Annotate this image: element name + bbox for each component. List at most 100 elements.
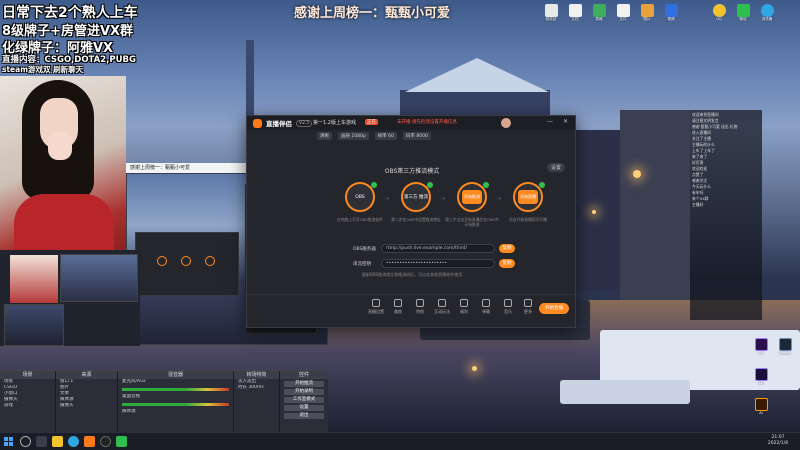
task-view-icon[interactable] (36, 436, 47, 447)
obs-mixer-dock: 混音器 麦克风/Aux 桌面音频 媒体源 (118, 371, 234, 434)
clock-date: 2022/1/8 (767, 441, 789, 446)
taskbar-clock[interactable]: 21:07 2022/1/8 (760, 435, 796, 447)
stream-setting-chip[interactable]: 画质 1080p (338, 132, 369, 140)
obs-controls-dock: 控件 开始推流 开始录制 工作室模式 设置 退出 (280, 371, 328, 434)
desktop-icon[interactable]: 微信 (732, 4, 754, 22)
room-warning: 未开播·请先检测设置开播信息 (397, 120, 457, 125)
chat-panel[interactable]: 欢迎来到直播间 请注意文明发言 感谢 甄甄小可爱 送出 礼物 进入直播间 关注了… (690, 110, 762, 320)
desktop-icon[interactable]: Steam (774, 338, 796, 355)
desktop-icon-label: Steam (779, 351, 791, 355)
room-title[interactable]: 第一1.2版上车游戏 (313, 119, 356, 126)
desktop-icon-label: 回收站 (545, 17, 557, 21)
tool-label: 互动玩法 (434, 309, 450, 314)
copy-server-button[interactable]: 复制 (499, 244, 515, 253)
tool-interactive[interactable]: 互动玩法 (431, 299, 453, 315)
obs-mini-previews (0, 250, 140, 346)
tool-welfare[interactable]: 福利 (453, 299, 475, 315)
stream-key-field[interactable]: ••••••••••••••••••••••• (381, 259, 495, 268)
gift-icon (460, 299, 468, 307)
after-effects-icon (754, 368, 768, 381)
close-icon[interactable]: ✕ (563, 118, 568, 125)
streaming-app-window[interactable]: 直播伴侣 V2.5 第一1.2版上车游戏 正在 未开播·请先检测设置开播信息 —… (246, 115, 577, 328)
music-icon (504, 299, 512, 307)
mode-title: OBS第三方推流模式 (384, 168, 440, 175)
audio-meter[interactable] (122, 388, 229, 391)
studio-mode-button[interactable]: 工作室模式 (284, 397, 324, 403)
wechat-icon[interactable] (116, 436, 127, 447)
dock-title: 转场特效 (234, 371, 279, 379)
taskbar: 21:07 2022/1/8 (0, 432, 800, 450)
tool-beauty[interactable]: 美颜 (387, 299, 409, 315)
game-icon (438, 299, 446, 307)
desktop-icon[interactable]: 图片 (636, 4, 658, 22)
dock-title: 场景 (0, 371, 55, 379)
desktop-icon-label: 视频 (667, 17, 675, 21)
scene-item[interactable]: 游戏 (0, 403, 55, 409)
stream-setting-chip[interactable]: 码率 8000 (402, 132, 431, 140)
obs-icon[interactable] (100, 436, 111, 447)
transition-duration[interactable]: 时长 300ms (234, 385, 279, 391)
video-icon (664, 4, 678, 17)
tool-label: 更多 (524, 309, 532, 314)
avatar[interactable] (501, 118, 511, 128)
tool-music[interactable]: 音乐 (497, 299, 519, 315)
tool-label: 音乐 (504, 309, 512, 314)
stream-settings-bar: 清晰 画质 1080p 帧率 60 码率 8000 (247, 130, 575, 142)
beauty-icon (394, 299, 402, 307)
desktop-icon[interactable]: 视频 (660, 4, 682, 22)
desktop-icon[interactable]: AI (750, 398, 772, 415)
copy-key-button[interactable]: 复制 (499, 259, 515, 268)
settings-button[interactable]: 设置 (284, 405, 324, 411)
chat-icon (482, 299, 490, 307)
stream-setting-chip[interactable]: 帧率 60 (374, 132, 397, 140)
audio-meter[interactable] (122, 403, 229, 406)
desktop-icon[interactable]: QQ (708, 4, 730, 21)
check-icon (539, 182, 545, 188)
streaming-app-icon[interactable] (84, 436, 95, 447)
obs-sources-dock: 来源 窗口 1 图片 文本 媒体源 摄像头 (56, 371, 118, 434)
file-explorer-icon[interactable] (52, 436, 63, 447)
effects-icon (416, 299, 424, 307)
more-icon (524, 299, 532, 307)
tool-label: 特效 (416, 309, 424, 314)
obs-transitions-dock: 转场特效 淡入淡出 时长 300ms (234, 371, 280, 434)
start-live-button[interactable]: 开始直播 (539, 303, 569, 314)
server-url-field[interactable]: rtmp://push.live.example.com/third/ (381, 244, 495, 253)
browser-icon[interactable] (68, 436, 79, 447)
exit-button[interactable]: 退出 (284, 413, 324, 419)
arrow-right-icon: → (497, 196, 502, 202)
desktop-icon-label: 微信 (739, 17, 747, 21)
browser-icon (760, 4, 774, 17)
server-label: OBS服务器 (353, 247, 376, 252)
search-icon[interactable] (20, 436, 31, 447)
desktop-icon[interactable]: 浏览器 (756, 4, 778, 22)
minimize-icon[interactable]: — (547, 118, 553, 125)
qq-icon (712, 4, 726, 17)
windows-start-icon[interactable] (4, 437, 14, 447)
dock-title: 来源 (56, 371, 117, 379)
start-streaming-button[interactable]: 开始推流 (284, 381, 324, 387)
desktop-icon[interactable]: 回收站 (540, 4, 562, 22)
app-logo-icon (253, 118, 262, 128)
steam-icon (778, 338, 792, 351)
start-recording-button[interactable]: 开始录制 (284, 389, 324, 395)
check-icon (483, 182, 489, 188)
tool-more[interactable]: 更多 (517, 299, 539, 315)
arrow-right-icon: → (441, 196, 446, 202)
desktop-icon-label: 表格 (595, 17, 603, 21)
desktop-icon[interactable]: 文档 (564, 4, 586, 22)
app-version-badge: V2.5 (296, 119, 313, 127)
stream-setting-chip[interactable]: 清晰 (317, 132, 332, 140)
desktop-icon[interactable]: 文件 (612, 4, 634, 22)
desktop-icon[interactable]: PR (750, 338, 772, 355)
file-icon (616, 4, 630, 17)
desktop-icon[interactable]: 表格 (588, 4, 610, 22)
tool-live-settings[interactable]: 直播设置 (365, 299, 387, 315)
tool-danmaku[interactable]: 弹幕 (475, 299, 497, 315)
step-description: 第三步点击开始直播后在OBS中开始推流 (445, 217, 499, 227)
tool-effects[interactable]: 特效 (409, 299, 431, 315)
source-item[interactable]: 摄像头 (56, 403, 117, 409)
mode-settings-button[interactable]: 设置 (547, 163, 566, 172)
desktop-icon[interactable]: AE (750, 368, 772, 385)
step-label: 第三方 推流 (404, 195, 428, 200)
